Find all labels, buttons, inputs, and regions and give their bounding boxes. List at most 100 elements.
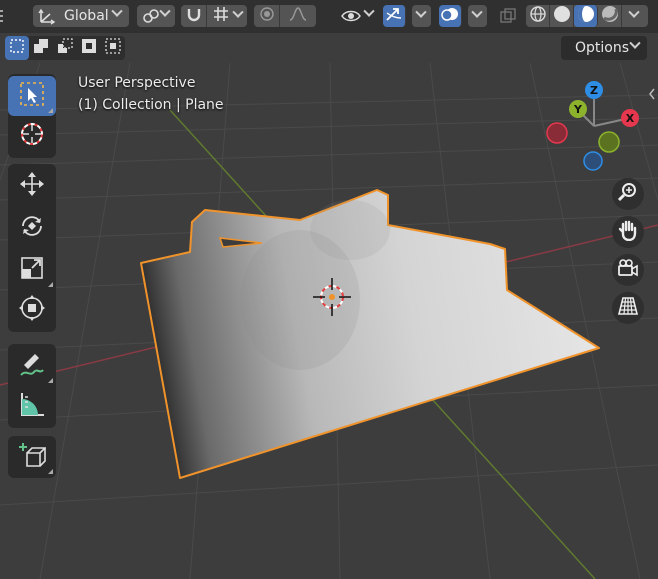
object-info-label: (1) Collection | Plane bbox=[78, 97, 224, 113]
overlays-group bbox=[439, 5, 487, 27]
snap-grid-icon bbox=[213, 6, 229, 26]
gizmo-group bbox=[383, 5, 431, 27]
gizmo-icon bbox=[385, 6, 403, 26]
annotate-icon bbox=[18, 350, 46, 382]
gizmo-toggle[interactable] bbox=[383, 5, 406, 27]
tool-add-cube[interactable] bbox=[8, 437, 56, 477]
pan-button[interactable] bbox=[612, 216, 644, 248]
perspective-toggle-button[interactable] bbox=[612, 292, 644, 324]
orientation-label: Global bbox=[64, 8, 109, 24]
wireframe-icon bbox=[529, 5, 547, 27]
chevron-down-icon bbox=[415, 6, 428, 19]
sidebar-toggle[interactable] bbox=[648, 85, 656, 100]
tool-move[interactable] bbox=[8, 166, 56, 206]
blender-3d-viewport-window: Global Options User Perspective (1) Coll… bbox=[0, 0, 658, 579]
solid-shading-button[interactable] bbox=[550, 5, 574, 27]
tool-annotate[interactable] bbox=[8, 346, 56, 386]
transform-orientation-dropdown[interactable]: Global bbox=[33, 5, 129, 27]
camera-icon bbox=[617, 257, 639, 283]
tool-cursor[interactable] bbox=[8, 116, 56, 156]
material-preview-button[interactable] bbox=[574, 5, 598, 27]
rendered-sphere-icon bbox=[601, 5, 619, 27]
select-difference-button[interactable] bbox=[77, 36, 101, 60]
toolbar-group-select bbox=[8, 74, 56, 158]
eye-icon bbox=[341, 8, 361, 24]
object-visibility-dropdown[interactable] bbox=[337, 5, 377, 27]
3d-viewport[interactable]: User Perspective (1) Collection | Plane bbox=[0, 63, 658, 579]
select-difference-icon bbox=[81, 38, 97, 58]
chevron-down-icon bbox=[231, 6, 244, 19]
snap-toggle[interactable] bbox=[181, 5, 207, 27]
select-subtract-icon bbox=[57, 38, 73, 58]
gizmo-dropdown[interactable] bbox=[411, 5, 431, 27]
viewport-header: Global bbox=[0, 0, 658, 33]
chevron-down-icon bbox=[363, 5, 375, 18]
chevron-left-icon bbox=[648, 85, 656, 104]
selection-mode-group bbox=[5, 36, 125, 60]
zoom-button[interactable] bbox=[612, 178, 644, 210]
tool-measure[interactable] bbox=[8, 386, 56, 426]
measure-icon bbox=[18, 390, 46, 422]
toolbar-group-transform bbox=[8, 164, 56, 332]
pivot-point-dropdown[interactable] bbox=[137, 5, 175, 27]
snap-target-dropdown[interactable] bbox=[207, 5, 247, 27]
z-axis-label: Z bbox=[590, 84, 598, 97]
view-name-label: User Perspective bbox=[78, 75, 196, 91]
grid-icon bbox=[617, 295, 639, 321]
select-intersect-button[interactable] bbox=[101, 36, 125, 60]
toolbar-group-add bbox=[8, 436, 56, 478]
xray-icon bbox=[500, 8, 516, 24]
chevron-down-icon bbox=[471, 6, 484, 19]
hand-icon bbox=[617, 219, 639, 245]
cursor-icon bbox=[18, 120, 46, 152]
proportional-icon bbox=[259, 6, 275, 26]
falloff-dropdown[interactable] bbox=[280, 5, 316, 27]
falloff-curve-icon bbox=[289, 6, 307, 26]
orientation-icon bbox=[37, 7, 57, 25]
wireframe-shading-button[interactable] bbox=[526, 5, 550, 27]
proportional-editing-group bbox=[254, 5, 316, 27]
select-new-icon bbox=[9, 38, 25, 58]
tool-rotate[interactable] bbox=[8, 208, 56, 248]
select-box-icon bbox=[19, 81, 45, 111]
camera-view-button[interactable] bbox=[612, 254, 644, 286]
select-new-button[interactable] bbox=[5, 36, 29, 60]
select-intersect-icon bbox=[105, 38, 121, 58]
select-extend-button[interactable] bbox=[29, 36, 53, 60]
rotate-icon bbox=[18, 212, 46, 244]
select-extend-icon bbox=[33, 38, 49, 58]
options-label: Options bbox=[575, 40, 630, 56]
transform-icon bbox=[18, 294, 46, 326]
tool-select-box[interactable] bbox=[8, 76, 56, 116]
chevron-down-icon bbox=[629, 37, 641, 50]
shading-mode-group bbox=[526, 5, 648, 27]
overlays-icon bbox=[441, 5, 459, 27]
magnet-icon bbox=[186, 6, 202, 26]
shading-dropdown[interactable] bbox=[622, 5, 646, 27]
neg-y-axis-handle[interactable] bbox=[598, 131, 620, 153]
options-dropdown[interactable]: Options bbox=[561, 36, 647, 60]
chevron-down-icon bbox=[159, 5, 171, 18]
tool-scale[interactable] bbox=[8, 250, 56, 290]
overlays-dropdown[interactable] bbox=[467, 5, 487, 27]
rendered-shading-button[interactable] bbox=[598, 5, 622, 27]
editor-type-icon[interactable] bbox=[0, 8, 4, 24]
navigation-gizmo[interactable]: Y X Z bbox=[540, 79, 650, 179]
solid-sphere-icon bbox=[553, 5, 571, 27]
y-axis-label: Y bbox=[573, 103, 583, 116]
zoom-icon bbox=[617, 181, 639, 207]
neg-z-axis-handle[interactable] bbox=[583, 151, 603, 171]
tool-transform[interactable] bbox=[8, 290, 56, 330]
overlays-toggle[interactable] bbox=[439, 5, 462, 27]
neg-x-axis-handle[interactable] bbox=[546, 122, 568, 144]
select-subtract-button[interactable] bbox=[53, 36, 77, 60]
snapping-group bbox=[181, 5, 247, 27]
move-icon bbox=[18, 170, 46, 202]
material-sphere-icon bbox=[577, 5, 595, 27]
x-axis-label: X bbox=[626, 112, 635, 125]
chevron-down-icon bbox=[111, 5, 123, 18]
proportional-edit-toggle[interactable] bbox=[254, 5, 280, 27]
xray-toggle[interactable] bbox=[496, 5, 520, 27]
chevron-down-icon bbox=[628, 6, 640, 19]
tool-header: Options bbox=[0, 33, 658, 63]
